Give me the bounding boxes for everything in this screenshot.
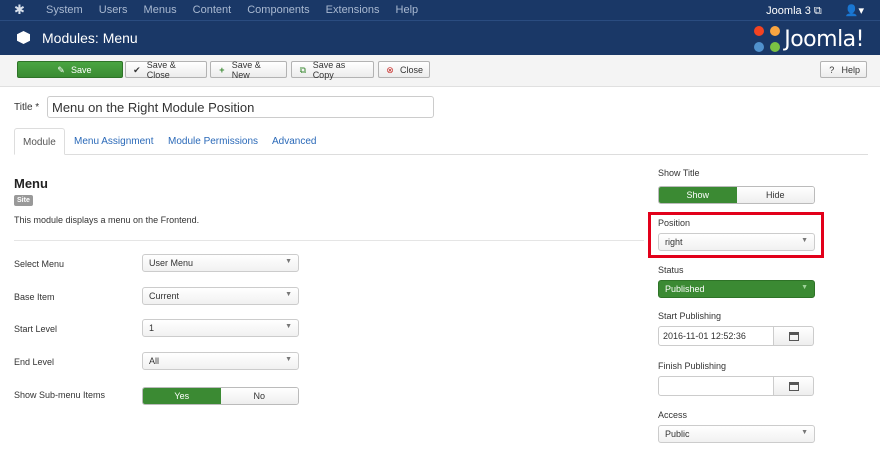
site-link[interactable]: Joomla 3 ⧉ bbox=[766, 5, 822, 17]
top-right-links: Joomla 3 ⧉ 👤▾ bbox=[766, 4, 864, 18]
save-close-button[interactable]: ✔ Save & Close bbox=[125, 59, 207, 80]
caret-down-icon: ▼ bbox=[801, 237, 808, 244]
tab-module[interactable]: Module bbox=[14, 128, 65, 155]
status-value: Published bbox=[665, 284, 705, 294]
close-circle-icon: ⊗ bbox=[386, 64, 394, 75]
menu-system[interactable]: System bbox=[46, 4, 83, 16]
edit-icon: ✎ bbox=[57, 64, 65, 75]
end-level-value: All bbox=[149, 356, 160, 366]
site-badge: Site bbox=[14, 195, 33, 206]
close-button[interactable]: ⊗ Close bbox=[378, 61, 430, 78]
brand-text: Joomla! bbox=[784, 26, 864, 52]
caret-down-icon: ▼ bbox=[285, 323, 292, 330]
joomla-logo-icon[interactable]: ✱ bbox=[14, 3, 28, 17]
save-copy-button[interactable]: ⧉ Save as Copy bbox=[291, 59, 374, 80]
page-title: Modules: Menu bbox=[42, 30, 138, 46]
base-item-dropdown[interactable]: Current ▼ bbox=[142, 287, 299, 305]
save-new-button[interactable]: + Save & New bbox=[210, 59, 287, 80]
position-label: Position bbox=[658, 218, 691, 228]
save-close-label: Save & Close bbox=[146, 59, 176, 80]
finish-publishing-label: Finish Publishing bbox=[658, 361, 727, 371]
title-label: Title * bbox=[14, 102, 40, 113]
end-level-dropdown[interactable]: All ▼ bbox=[142, 352, 299, 370]
start-publishing-calendar-button[interactable] bbox=[774, 326, 814, 346]
plus-icon: + bbox=[219, 64, 225, 75]
module-description: This module displays a menu on the Front… bbox=[14, 215, 200, 225]
calendar-icon bbox=[788, 331, 799, 341]
select-menu-dropdown[interactable]: User Menu ▼ bbox=[142, 254, 299, 272]
help-button[interactable]: ? Help bbox=[820, 61, 867, 78]
show-submenu-label: Show Sub-menu Items bbox=[14, 390, 106, 400]
access-dropdown[interactable]: Public ▼ bbox=[658, 425, 815, 443]
joomla-mark-icon bbox=[754, 26, 781, 52]
help-label: Help bbox=[841, 64, 860, 75]
tab-menu-assignment[interactable]: Menu Assignment bbox=[74, 128, 154, 155]
save-copy-label: Save as Copy bbox=[312, 59, 346, 80]
menu-help[interactable]: Help bbox=[396, 4, 419, 16]
caret-down-icon: ▼ bbox=[285, 291, 292, 298]
divider bbox=[14, 240, 644, 241]
menu-content[interactable]: Content bbox=[193, 4, 232, 16]
access-label: Access bbox=[658, 410, 688, 420]
show-title-hide-button[interactable]: Hide bbox=[736, 187, 814, 203]
finish-publishing-field bbox=[658, 376, 814, 396]
toolbar: ✎ Save ✔ Save & Close + Save & New ⧉ Sav… bbox=[0, 55, 880, 87]
save-label: Save bbox=[71, 64, 92, 75]
select-menu-value: User Menu bbox=[149, 258, 194, 268]
title-input[interactable]: Menu on the Right Module Position bbox=[47, 96, 434, 118]
end-level-label: End Level bbox=[14, 357, 55, 367]
save-button[interactable]: ✎ Save bbox=[17, 61, 123, 78]
cube-icon bbox=[17, 31, 30, 44]
show-title-show-button[interactable]: Show bbox=[659, 187, 737, 203]
tab-advanced[interactable]: Advanced bbox=[272, 128, 316, 155]
base-item-value: Current bbox=[149, 291, 180, 301]
calendar-icon bbox=[788, 381, 799, 391]
access-value: Public bbox=[665, 429, 690, 439]
help-icon: ? bbox=[829, 64, 835, 75]
menu-users[interactable]: Users bbox=[99, 4, 128, 16]
show-submenu-toggle: Yes No bbox=[142, 387, 299, 405]
caret-down-icon: ▼ bbox=[801, 429, 808, 436]
submenu-no-button[interactable]: No bbox=[220, 388, 298, 404]
base-item-label: Base Item bbox=[14, 292, 55, 302]
show-title-toggle: Show Hide bbox=[658, 186, 815, 204]
finish-publishing-input[interactable] bbox=[658, 376, 774, 396]
user-icon[interactable]: 👤▾ bbox=[845, 5, 864, 17]
caret-down-icon: ▼ bbox=[801, 284, 808, 291]
start-publishing-field: 2016-11-01 12:52:36 bbox=[658, 326, 814, 346]
status-dropdown[interactable]: Published ▼ bbox=[658, 280, 815, 298]
caret-down-icon: ▼ bbox=[285, 258, 292, 265]
status-label: Status bbox=[658, 265, 684, 275]
menu-extensions[interactable]: Extensions bbox=[326, 4, 380, 16]
start-level-value: 1 bbox=[149, 323, 155, 333]
position-dropdown[interactable]: right ▼ bbox=[658, 233, 815, 251]
tab-bar: Module Menu Assignment Module Permission… bbox=[14, 128, 868, 155]
position-value: right bbox=[665, 237, 683, 247]
page-header: Modules: Menu Joomla! bbox=[0, 20, 880, 55]
menu-menus[interactable]: Menus bbox=[144, 4, 177, 16]
start-publishing-input[interactable]: 2016-11-01 12:52:36 bbox=[658, 326, 774, 346]
submenu-yes-button[interactable]: Yes bbox=[143, 388, 221, 404]
copy-icon: ⧉ bbox=[299, 64, 307, 75]
start-level-label: Start Level bbox=[14, 324, 58, 334]
save-new-label: Save & New bbox=[231, 59, 261, 80]
finish-publishing-calendar-button[interactable] bbox=[774, 376, 814, 396]
module-heading: Menu bbox=[14, 176, 48, 191]
show-title-label: Show Title bbox=[658, 168, 700, 178]
check-icon: ✔ bbox=[133, 64, 141, 75]
start-level-dropdown[interactable]: 1 ▼ bbox=[142, 319, 299, 337]
close-label: Close bbox=[399, 64, 423, 75]
select-menu-label: Select Menu bbox=[14, 259, 65, 269]
caret-down-icon: ▼ bbox=[285, 356, 292, 363]
top-navbar: ✱ System Users Menus Content Components … bbox=[0, 0, 880, 20]
top-menu: System Users Menus Content Components Ex… bbox=[46, 4, 431, 16]
start-publishing-label: Start Publishing bbox=[658, 311, 722, 321]
tab-module-permissions[interactable]: Module Permissions bbox=[168, 128, 258, 155]
joomla-brand-logo: Joomla! bbox=[754, 25, 864, 53]
menu-components[interactable]: Components bbox=[247, 4, 309, 16]
